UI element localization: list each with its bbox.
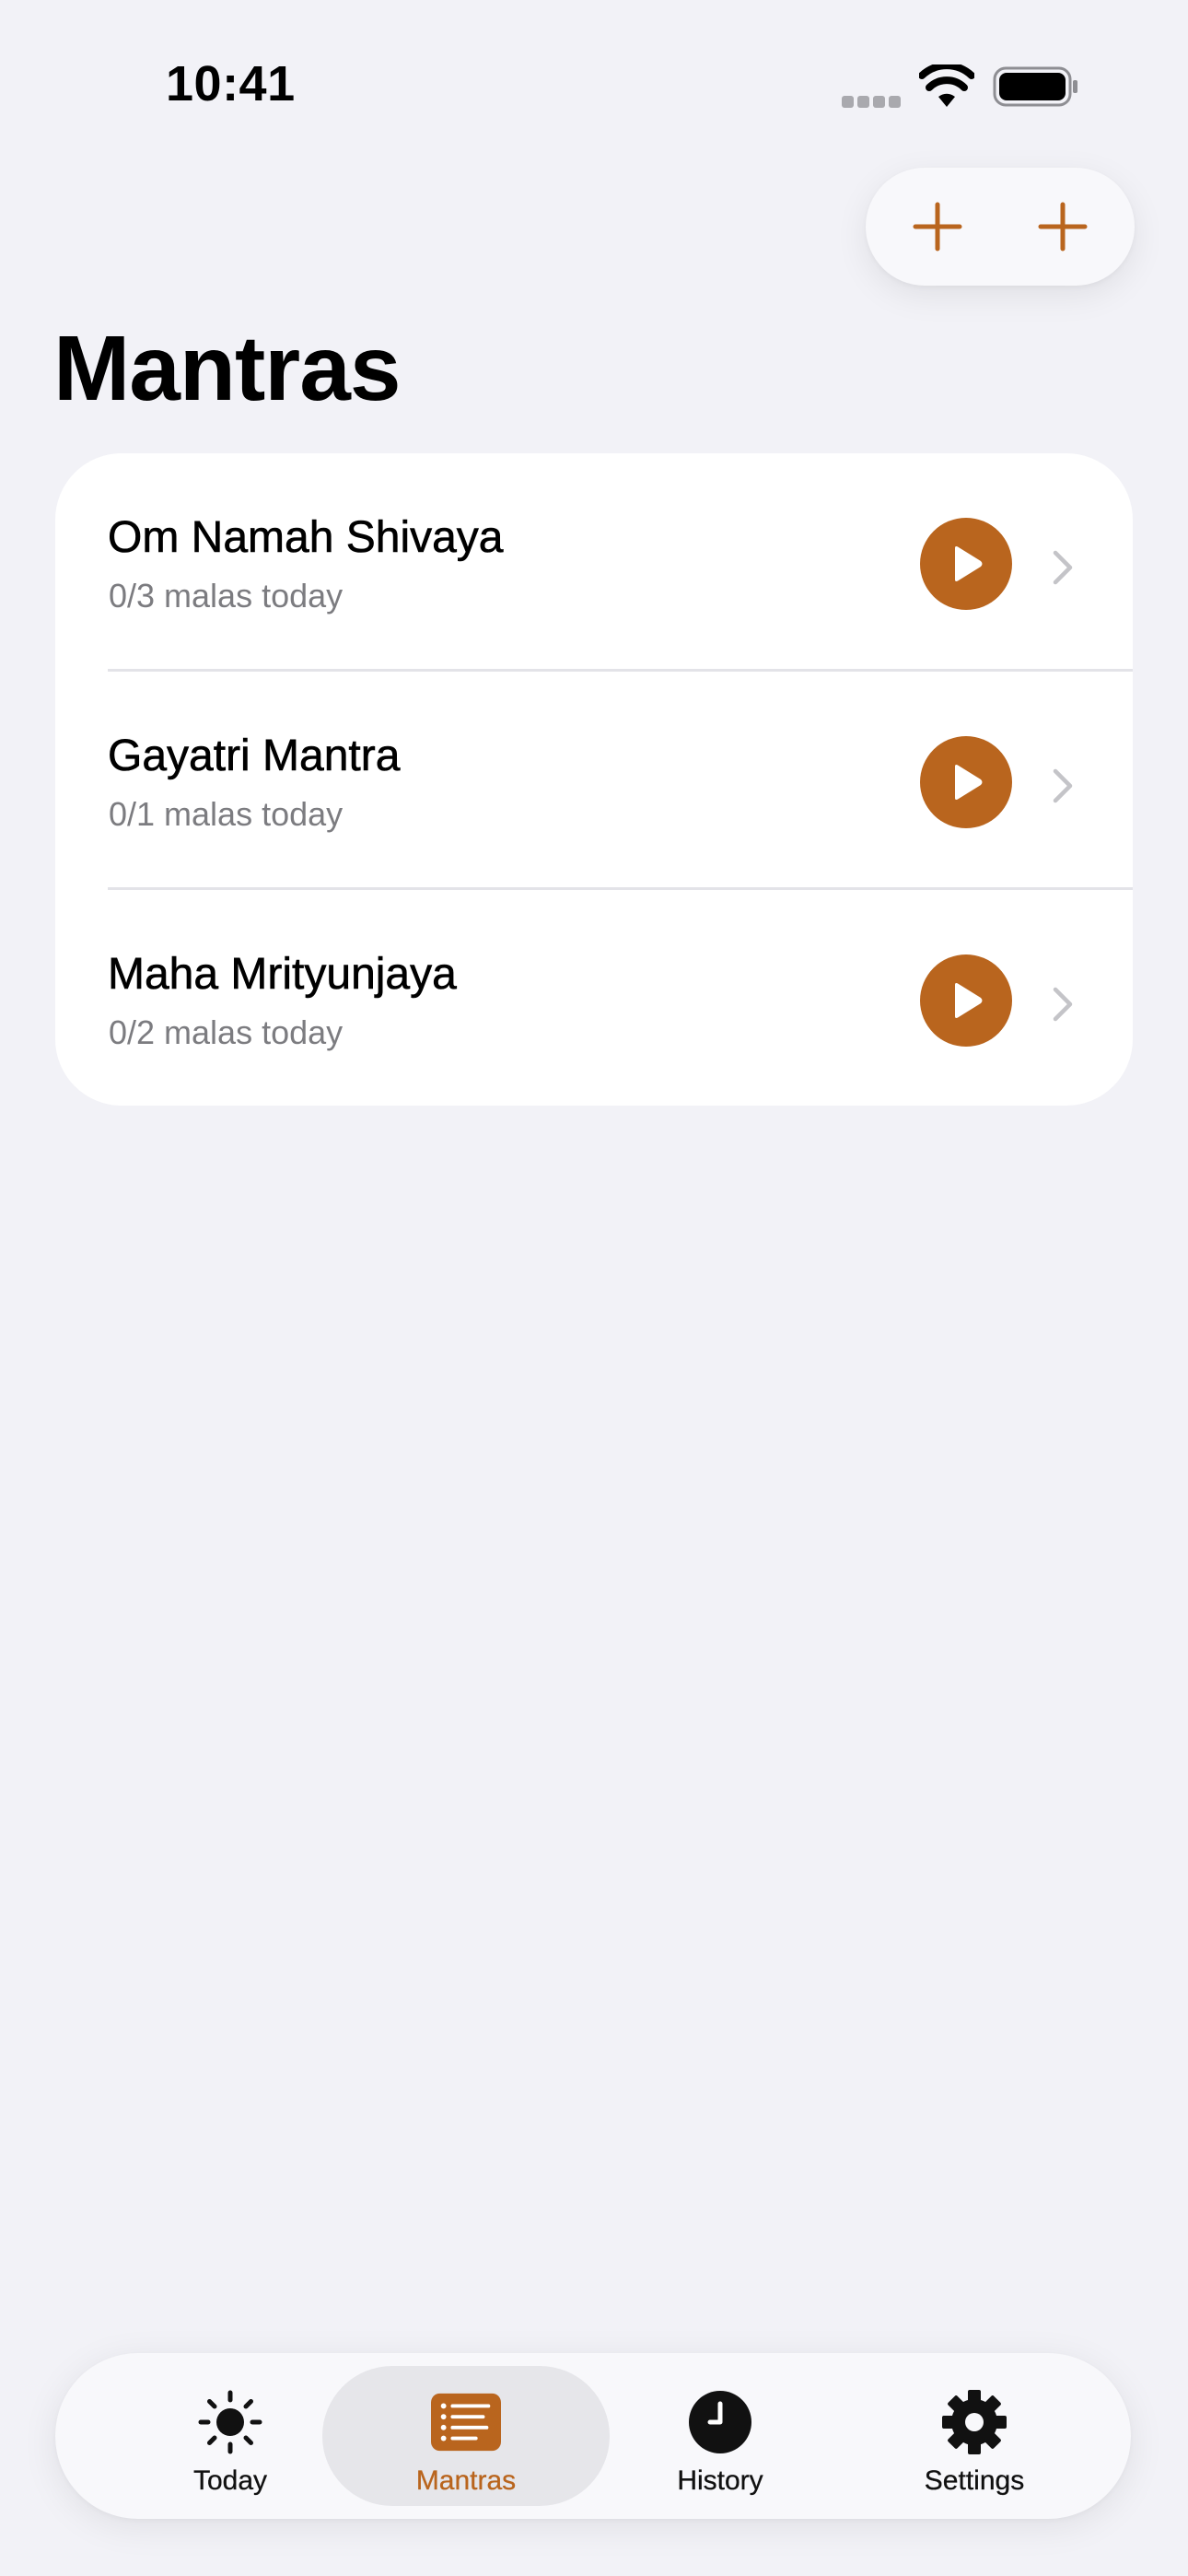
play-button[interactable] (920, 954, 1012, 1047)
mantra-name: Maha Mrityunjaya (108, 950, 457, 1000)
play-icon (955, 983, 983, 1018)
chevron-right-icon (1053, 550, 1073, 585)
tab-label: History (677, 2465, 763, 2496)
status-time: 10:41 (166, 56, 296, 111)
tab-history[interactable]: History (577, 2366, 864, 2506)
sun-icon (195, 2390, 265, 2454)
add-button-1[interactable] (901, 190, 974, 263)
status-bar: 10:41 (0, 0, 1188, 166)
play-button[interactable] (920, 518, 1012, 610)
add-button-2[interactable] (1026, 190, 1100, 263)
mantra-row-om-namah-shivaya[interactable]: Om Namah Shivaya 0/3 malas today (55, 453, 1133, 671)
gear-icon (939, 2390, 1009, 2454)
cellular-signal-icon (842, 96, 903, 109)
mantra-name: Gayatri Mantra (108, 732, 401, 781)
tab-label: Mantras (415, 2465, 517, 2496)
mantra-list: Om Namah Shivaya 0/3 malas today Gayatri… (55, 453, 1133, 1106)
mantra-name: Om Namah Shivaya (108, 513, 504, 563)
page-title: Mantras (53, 317, 401, 420)
clock-icon (685, 2390, 755, 2454)
wifi-icon (919, 64, 974, 107)
play-icon (955, 765, 983, 800)
tab-mantras[interactable]: Mantras (322, 2366, 610, 2506)
mantra-progress: 0/3 malas today (109, 577, 344, 615)
tab-settings[interactable]: Settings (831, 2366, 1118, 2506)
battery-icon (993, 66, 1077, 107)
mantra-row-gayatri-mantra[interactable]: Gayatri Mantra 0/1 malas today (55, 672, 1133, 889)
play-button[interactable] (920, 736, 1012, 828)
chevron-right-icon (1053, 987, 1073, 1022)
tab-bar: Today Mantras History Settings (55, 2353, 1131, 2519)
plus-icon (1038, 202, 1088, 252)
mantra-progress: 0/2 malas today (109, 1013, 344, 1051)
mantra-progress: 0/1 malas today (109, 795, 344, 833)
mantra-row-maha-mrityunjaya[interactable]: Maha Mrityunjaya 0/2 malas today (55, 890, 1133, 1106)
list-icon (431, 2390, 501, 2454)
play-icon (955, 546, 983, 581)
plus-icon (913, 202, 962, 252)
add-toolbar (866, 168, 1135, 286)
chevron-right-icon (1053, 768, 1073, 803)
tab-label: Settings (924, 2465, 1025, 2496)
